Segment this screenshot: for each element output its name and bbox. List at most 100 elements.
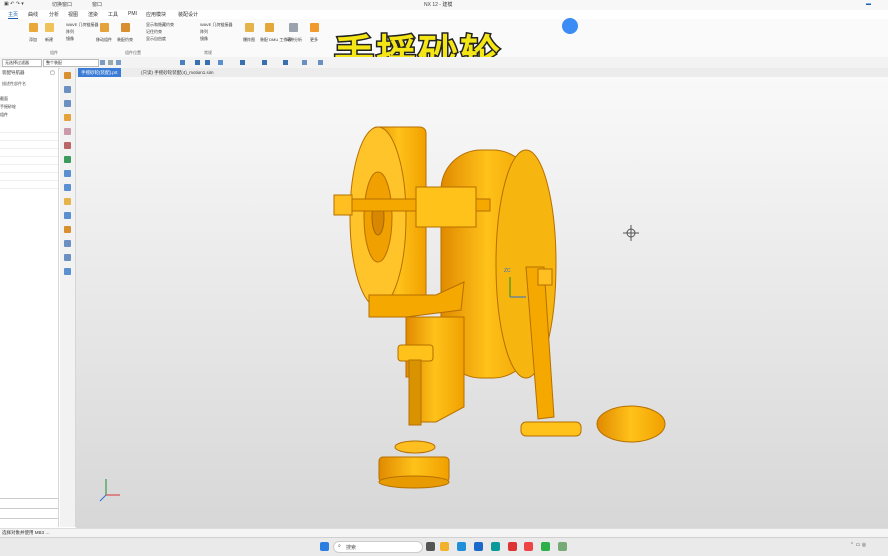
filter-select[interactable]: 无选择过滤器 — [2, 59, 42, 67]
ribbon-small-3[interactable]: 镜像 — [66, 36, 74, 42]
add-button-label[interactable]: 添加 — [29, 37, 37, 43]
tree-row[interactable] — [0, 134, 58, 141]
resource-icon[interactable] — [64, 72, 71, 79]
doc-tab[interactable]: (只读) 手摇砂轮装配(4)_motion1.sim — [138, 68, 217, 77]
resource-icon[interactable] — [64, 212, 71, 219]
clearance-icon[interactable] — [289, 23, 298, 32]
resource-icon[interactable] — [64, 114, 71, 121]
new-button-label[interactable]: 新建 — [45, 37, 53, 43]
resource-icon[interactable] — [64, 86, 71, 93]
mirror-button[interactable]: 镜像 — [200, 36, 208, 42]
app-icon[interactable] — [474, 542, 483, 551]
cursor-crosshair — [623, 225, 639, 241]
tree-row[interactable] — [0, 166, 58, 173]
filter-icon[interactable] — [108, 60, 113, 65]
zoom-icon[interactable] — [195, 60, 200, 65]
line-icon[interactable] — [240, 60, 245, 65]
fit-icon[interactable] — [180, 60, 185, 65]
resource-icon[interactable] — [64, 254, 71, 261]
point-icon[interactable] — [218, 60, 223, 65]
more-icon[interactable] — [310, 23, 319, 32]
resource-icon[interactable] — [64, 156, 71, 163]
tree-row[interactable] — [0, 142, 58, 149]
rotate-icon[interactable] — [205, 60, 210, 65]
wechat-icon[interactable] — [541, 542, 550, 551]
edge-icon[interactable] — [457, 542, 466, 551]
resource-icon[interactable] — [64, 226, 71, 233]
resource-bar — [60, 68, 76, 527]
snap-icon[interactable] — [116, 60, 121, 65]
tab-tools[interactable]: 工具 — [108, 11, 118, 18]
ribbon-small-1[interactable]: WAVE 几何链接器 — [66, 22, 98, 28]
resource-icon[interactable] — [64, 268, 71, 275]
show-dof[interactable]: 显示自由度 — [146, 36, 166, 42]
resource-icon[interactable] — [64, 184, 71, 191]
start-icon[interactable] — [320, 542, 329, 551]
move-component-icon[interactable] — [100, 23, 109, 32]
tab-home[interactable]: 主页 — [8, 11, 19, 19]
navigator-title: 装配导航器 — [2, 70, 25, 75]
remember-constraints[interactable]: 记住约束 — [146, 29, 162, 35]
tab-analysis[interactable]: 分析 — [49, 11, 59, 18]
recording-dot — [562, 18, 578, 34]
tree-row[interactable] — [0, 158, 58, 165]
quick-access-toolbar[interactable]: ▣ ↶ ↷ ▾ — [4, 1, 24, 7]
tree-row[interactable] — [0, 126, 58, 133]
file-explorer-icon[interactable] — [440, 542, 449, 551]
select-icon[interactable] — [100, 60, 105, 65]
resource-icon[interactable] — [64, 170, 71, 177]
new-component-icon[interactable] — [45, 23, 54, 32]
add-component-icon[interactable] — [29, 23, 38, 32]
plus-icon[interactable] — [283, 60, 288, 65]
scope-select[interactable]: 整个装配 — [43, 59, 99, 67]
tab-pmi[interactable]: PMI — [128, 11, 137, 17]
app-icon[interactable] — [558, 542, 567, 551]
view-icon[interactable] — [302, 60, 307, 65]
navigator-col-header: 描述性部件名 — [2, 81, 26, 86]
panel-section-2[interactable] — [0, 508, 58, 517]
pattern-button[interactable]: 阵列 — [200, 29, 208, 35]
resource-icon[interactable] — [64, 240, 71, 247]
app-icon[interactable] — [491, 542, 500, 551]
panel-section-3[interactable] — [0, 518, 58, 527]
tab-render[interactable]: 渲染 — [88, 11, 98, 18]
tree-item[interactable]: 组件 — [0, 112, 8, 118]
wave-linker[interactable]: WAVE 几何链接器 — [200, 22, 232, 28]
assembly-constraints-icon[interactable] — [121, 23, 130, 32]
tree-item[interactable]: 截面 — [0, 96, 8, 102]
chrome-icon[interactable] — [524, 542, 533, 551]
clearance-label[interactable]: 间隙分析 — [286, 37, 302, 43]
assembly-constraints-label[interactable]: 装配约束 — [117, 37, 133, 43]
wps-icon[interactable] — [508, 542, 517, 551]
system-tray[interactable]: ⌃ ▭ ◎ — [850, 542, 866, 548]
task-view-icon[interactable] — [426, 542, 435, 551]
ribbon-small-2[interactable]: 阵列 — [66, 29, 74, 35]
exploded-view-icon[interactable] — [245, 23, 254, 32]
navigator-close-icon[interactable]: ▢ — [50, 70, 55, 76]
doc-tab-active[interactable]: 手摇砂轮(装配).prt — [78, 68, 121, 77]
taskbar-search[interactable]: ⌕ 搜索 — [333, 541, 423, 553]
resource-icon[interactable] — [64, 142, 71, 149]
tab-view[interactable]: 视图 — [68, 11, 78, 18]
tree-row[interactable] — [0, 182, 58, 189]
resource-icon[interactable] — [64, 100, 71, 107]
move-component-label[interactable]: 移动组件 — [96, 37, 112, 43]
tree-row[interactable] — [0, 174, 58, 181]
doc-switch-label[interactable]: 切换窗口 — [52, 1, 72, 8]
render-style-icon[interactable] — [318, 60, 323, 65]
tab-curve[interactable]: 曲线 — [28, 11, 38, 18]
tree-row[interactable] — [0, 150, 58, 157]
window-menu-label[interactable]: 窗口 — [92, 1, 102, 8]
tree-item[interactable]: 手摇砂轮 — [0, 104, 16, 110]
dmu-icon[interactable] — [265, 23, 274, 32]
show-hide-constraints[interactable]: 显示和隐藏约束 — [146, 22, 174, 28]
tab-assembly[interactable]: 装配设计 — [178, 11, 198, 18]
resource-icon[interactable] — [64, 198, 71, 205]
more-label[interactable]: 更多 — [310, 37, 318, 43]
resource-icon[interactable] — [64, 128, 71, 135]
exploded-view-label[interactable]: 爆炸图 — [243, 37, 255, 43]
panel-section-1[interactable] — [0, 498, 58, 507]
circle-icon[interactable] — [262, 60, 267, 65]
graphics-viewport[interactable]: ZC — [76, 77, 888, 528]
tab-application[interactable]: 应用模块 — [146, 11, 166, 18]
